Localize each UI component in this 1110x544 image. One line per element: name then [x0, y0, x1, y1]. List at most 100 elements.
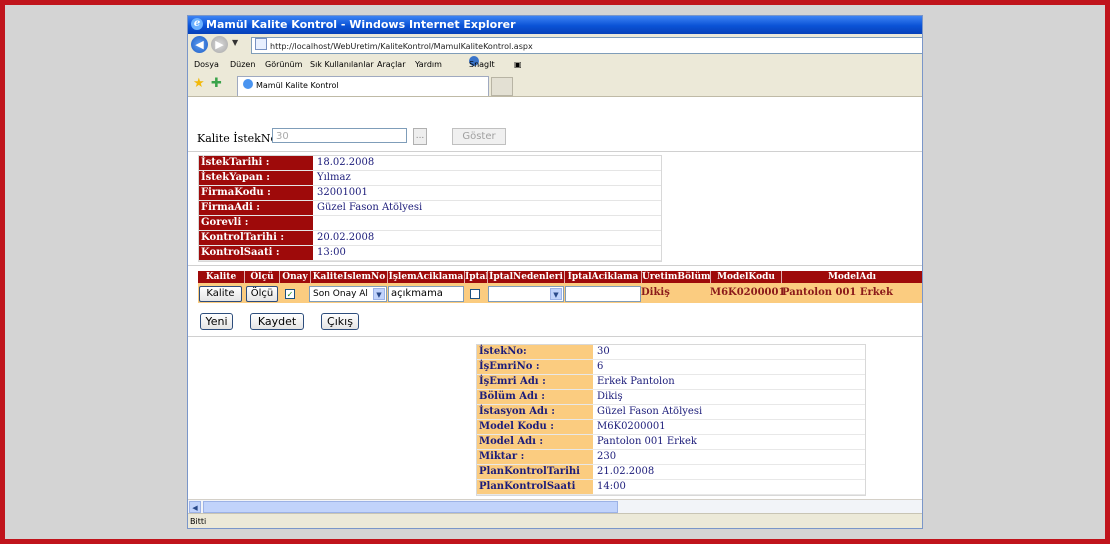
detail-value: 21.02.2008 [597, 466, 655, 477]
detail-key: İşEmri Adı : [477, 375, 593, 389]
info-row: Gorevli : [199, 216, 661, 231]
detail-value: Dikiş [597, 391, 623, 402]
page-content: Kalite İstekNo 30 ... Göster İstekTarihi… [188, 97, 922, 499]
detail-key: İstasyon Adı : [477, 405, 593, 419]
detail-key: PlanKontrolTarihi [477, 465, 593, 479]
detail-key: PlanKontrolSaati [477, 480, 593, 494]
kalite-istekno-label: Kalite İstekNo [197, 132, 278, 145]
menu-dosya[interactable]: Dosya [194, 56, 219, 74]
model-kodu-value: M6K0200001 [710, 287, 786, 298]
chevron-down-icon: ▼ [373, 288, 385, 300]
browser-window: e Mamül Kalite Kontrol - Windows Interne… [188, 16, 922, 528]
detail-row: PlanKontrolTarihi 21.02.2008 [477, 465, 865, 480]
col-header-onay: Onay [282, 272, 308, 282]
back-arrow-icon[interactable]: ◀ [191, 36, 208, 53]
kalite-islem-select[interactable]: Son Onay Al ▼ [309, 286, 387, 302]
info-key: İstekTarihi : [199, 156, 313, 170]
info-key: KontrolSaati : [199, 246, 313, 260]
detail-row: Model Adı : Pantolon 001 Erkek [477, 435, 865, 450]
info-value: 32001001 [317, 187, 368, 198]
status-bar: Bitti [188, 513, 922, 528]
table-row: Kalite Ölçü ✓ Son Onay Al ▼ açıkmama ▼ Di… [198, 283, 922, 303]
request-info-table: İstekTarihi : 18.02.2008 İstekYapan : Yılm… [198, 155, 662, 262]
divider [188, 151, 922, 152]
col-header-kalite-islem-no: KaliteIslemNo [312, 272, 386, 282]
scroll-thumb[interactable] [203, 501, 618, 513]
col-header-model-kodu: ModelKodu [717, 272, 775, 282]
yeni-button[interactable]: Yeni [200, 313, 233, 330]
col-header-iptal-aciklama: İptalAciklama [567, 272, 639, 282]
menu-gorunum[interactable]: Görünüm [265, 56, 302, 74]
model-adi-value: Pantolon 001 Erkek [782, 287, 893, 298]
grid-header: Kalite Ölçü Onay KaliteIslemNo İşlemAcik… [198, 271, 922, 283]
detail-value: M6K0200001 [597, 421, 666, 432]
lookup-button[interactable]: ... [413, 128, 427, 145]
detail-row: Miktar : 230 [477, 450, 865, 465]
cikis-button[interactable]: Çıkış [321, 313, 359, 330]
detail-key: Bölüm Adı : [477, 390, 593, 404]
islem-aciklama-input[interactable]: açıkmama [388, 286, 464, 302]
info-row: İstekYapan : Yılmaz [199, 171, 661, 186]
new-tab-button[interactable] [491, 77, 513, 96]
kalite-button[interactable]: Kalite [199, 286, 242, 302]
page-icon [255, 38, 267, 50]
detail-value: Pantolon 001 Erkek [597, 436, 697, 447]
info-key: KontrolTarihi : [199, 231, 313, 245]
onay-checkbox[interactable]: ✓ [285, 289, 295, 299]
url-field[interactable]: http://localhost/WebUretim/KaliteKontrol… [251, 37, 922, 54]
iptal-nedenleri-select[interactable]: ▼ [488, 286, 564, 302]
status-text: Bitti [190, 517, 207, 526]
col-header-uretim-bolum: ÜretimBölüm [642, 272, 711, 282]
chevron-down-icon: ▼ [550, 288, 562, 300]
url-text: http://localhost/WebUretim/KaliteKontrol… [270, 42, 533, 51]
add-favorite-icon[interactable]: ✚ [211, 76, 222, 91]
col-header-iptal: İptal [465, 272, 487, 282]
iptal-checkbox[interactable] [470, 289, 480, 299]
col-header-olcu: Ölçü [250, 272, 274, 282]
detail-value: 6 [597, 361, 604, 372]
olcu-button[interactable]: Ölçü [246, 286, 278, 302]
menu-bar: Dosya Düzen Görünüm Sık Kullanılanlar Ar… [188, 56, 922, 75]
kalite-istekno-input[interactable]: 30 [272, 128, 407, 143]
info-row: FirmaKodu : 32001001 [199, 186, 661, 201]
col-header-model-adi: ModelAdı [827, 272, 877, 282]
info-key: İstekYapan : [199, 171, 313, 185]
snagit-label: SnagIt [469, 60, 495, 69]
detail-key: Model Adı : [477, 435, 593, 449]
info-key: Gorevli : [199, 216, 313, 230]
col-header-islem-aciklama: İşlemAciklama [388, 272, 464, 282]
kaydet-button[interactable]: Kaydet [250, 313, 304, 330]
menu-sik-kullanilanlar[interactable]: Sık Kullanılanlar [310, 56, 374, 74]
detail-row: İşEmriNo : 6 [477, 360, 865, 375]
goster-button[interactable]: Göster [452, 128, 506, 145]
ie-logo-icon: e [191, 18, 203, 30]
tab-ie-icon [243, 79, 253, 89]
forward-arrow-icon[interactable]: ▶ [211, 36, 228, 53]
col-header-kalite: Kalite [205, 272, 237, 282]
detail-row: PlanKontrolSaati 14:00 [477, 480, 865, 495]
horizontal-scrollbar[interactable]: ◀ [188, 499, 922, 514]
info-key: FirmaKodu : [199, 186, 313, 200]
snagit-window-icon[interactable]: ▣ [514, 56, 522, 74]
scroll-left-icon[interactable]: ◀ [189, 501, 201, 513]
detail-row: İstasyon Adı : Güzel Fason Atölyesi [477, 405, 865, 420]
col-header-iptal-nedenleri: İptalNedenleri [489, 272, 563, 282]
info-value: Yılmaz [317, 172, 351, 183]
detail-key: İstekNo: [477, 345, 593, 359]
detail-key: Model Kodu : [477, 420, 593, 434]
menu-yardim[interactable]: Yardım [415, 56, 442, 74]
title-bar: e Mamül Kalite Kontrol - Windows Interne… [188, 16, 922, 34]
menu-araclar[interactable]: Araçlar [377, 56, 405, 74]
divider [188, 265, 922, 266]
iptal-aciklama-input[interactable] [565, 286, 641, 302]
info-row: İstekTarihi : 18.02.2008 [199, 156, 661, 171]
info-row: FirmaAdi : Güzel Fason Atölyesi [199, 201, 661, 216]
info-row: KontrolSaati : 13:00 [199, 246, 661, 261]
favorites-star-icon[interactable]: ★ [193, 76, 205, 91]
info-value: 13:00 [317, 247, 346, 258]
history-dropdown-icon[interactable]: ▼ [232, 38, 238, 47]
favorites-bar: ★ ✚ Mamül Kalite Kontrol [188, 74, 922, 97]
tab-mamul-kalite-kontrol[interactable]: Mamül Kalite Kontrol [237, 76, 489, 96]
detail-row: Model Kodu : M6K0200001 [477, 420, 865, 435]
menu-duzen[interactable]: Düzen [230, 56, 255, 74]
